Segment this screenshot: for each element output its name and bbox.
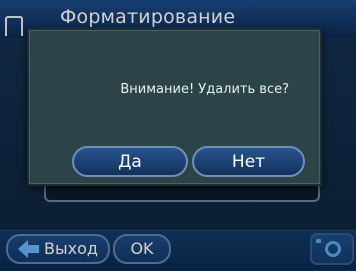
no-button-label: Нет xyxy=(231,151,266,172)
no-button[interactable]: Нет xyxy=(192,146,305,177)
dialog-message: Внимание! Удалить все? xyxy=(120,82,289,97)
yes-button[interactable]: Да xyxy=(72,146,188,177)
confirm-dialog: Внимание! Удалить все? Да Нет xyxy=(27,28,322,186)
yes-button-label: Да xyxy=(118,151,142,172)
